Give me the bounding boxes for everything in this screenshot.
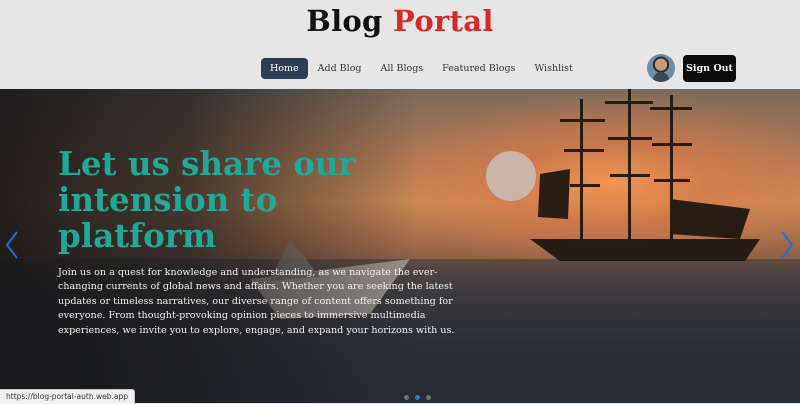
hero-description: Join us on a quest for knowledge and und… xyxy=(58,267,455,336)
carousel-dot[interactable] xyxy=(404,395,409,400)
nav-item-home[interactable]: Home xyxy=(261,58,308,79)
hero-carousel: Let us share our intension to platform J… xyxy=(0,89,800,403)
logo-part-portal: Portal xyxy=(393,4,494,38)
carousel-next-icon[interactable] xyxy=(779,230,795,260)
nav-item-wishlist[interactable]: Wishlist xyxy=(525,58,581,79)
site-logo[interactable]: Blog Portal xyxy=(0,4,800,38)
nav-item-featured-blogs[interactable]: Featured Blogs xyxy=(433,58,524,79)
user-avatar[interactable] xyxy=(647,54,675,82)
carousel-indicators xyxy=(404,395,431,400)
nav-item-all-blogs[interactable]: All Blogs xyxy=(372,58,433,79)
nav-item-add-blog[interactable]: Add Blog xyxy=(309,58,371,79)
ship-silhouette-image xyxy=(530,89,760,261)
carousel-dot[interactable] xyxy=(426,395,431,400)
carousel-dot[interactable] xyxy=(415,395,420,400)
logo-part-blog: Blog xyxy=(306,4,383,38)
site-header: Blog Portal Home Add Blog All Blogs Feat… xyxy=(0,0,800,89)
sign-out-button[interactable]: Sign Out xyxy=(683,55,736,82)
carousel-prev-icon[interactable] xyxy=(4,230,20,260)
main-nav: Home Add Blog All Blogs Featured Blogs W… xyxy=(261,58,583,79)
hero-title: Let us share our intension to platform xyxy=(58,144,356,255)
status-bar-url: https://blog-portal-auth.web.app xyxy=(0,389,135,404)
